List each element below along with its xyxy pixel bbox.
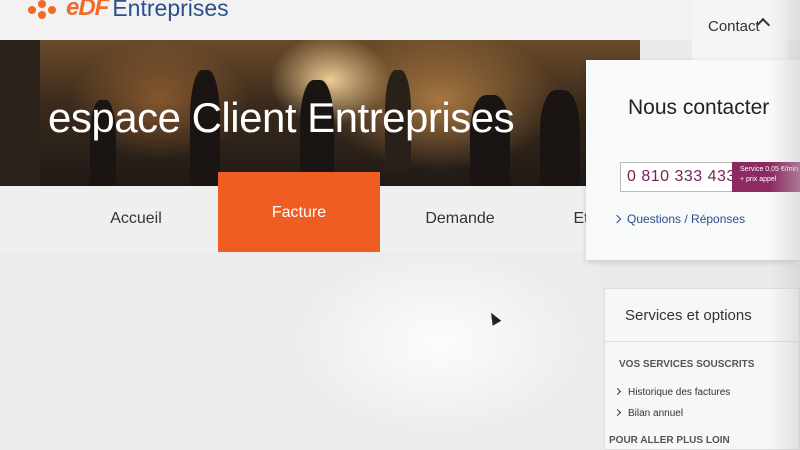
chevron-right-icon bbox=[612, 214, 622, 224]
main-content bbox=[0, 252, 600, 450]
top-header: eDF Entreprises Contact bbox=[0, 0, 800, 60]
phone-cost-badge: Service 0,05 €/min + prix appel bbox=[732, 162, 800, 192]
chevron-right-icon bbox=[613, 387, 622, 396]
faq-link-label: Questions / Réponses bbox=[627, 212, 746, 226]
contact-panel-title: Nous contacter bbox=[628, 96, 770, 119]
contact-toggle[interactable]: Contact bbox=[692, 0, 788, 60]
services-panel: Services et options VOS SERVICES SOUSCRI… bbox=[604, 288, 800, 450]
faq-link[interactable]: Questions / Réponses bbox=[612, 212, 746, 226]
tab-accueil[interactable]: Accueil bbox=[68, 186, 204, 252]
edf-flower-icon bbox=[26, 0, 60, 20]
link-historique-factures[interactable]: Historique des factures bbox=[613, 387, 731, 398]
tab-demande[interactable]: Demande bbox=[396, 186, 524, 252]
edf-logo[interactable]: eDF Entreprises bbox=[26, 0, 229, 22]
services-title: Services et options bbox=[625, 307, 752, 324]
services-section-subscribed: VOS SERVICES SOUSCRITS bbox=[619, 359, 755, 370]
link-historique-label: Historique des factures bbox=[628, 387, 731, 398]
chevron-right-icon bbox=[613, 408, 622, 417]
logo-edf-text: eDF bbox=[66, 0, 109, 21]
tab-facture[interactable]: Facture bbox=[218, 172, 380, 254]
contact-dropdown: Nous contacter 0 810 333 433 Service 0,0… bbox=[586, 60, 800, 260]
phone-number-box[interactable]: 0 810 333 433 bbox=[620, 162, 736, 192]
link-bilan-label: Bilan annuel bbox=[628, 408, 684, 419]
logo-entreprises-text: Entreprises bbox=[112, 0, 229, 21]
divider bbox=[605, 341, 800, 342]
contact-label: Contact bbox=[708, 18, 760, 35]
phone-number: 0 810 333 433 bbox=[627, 168, 736, 185]
hero-banner: espace Client Entreprises bbox=[0, 40, 640, 186]
main-nav: Accueil Facture Demande Et bbox=[0, 172, 640, 254]
link-bilan-annuel[interactable]: Bilan annuel bbox=[613, 408, 684, 419]
services-section-more: POUR ALLER PLUS LOIN bbox=[609, 435, 730, 446]
hero-title: espace Client Entreprises bbox=[48, 94, 515, 141]
